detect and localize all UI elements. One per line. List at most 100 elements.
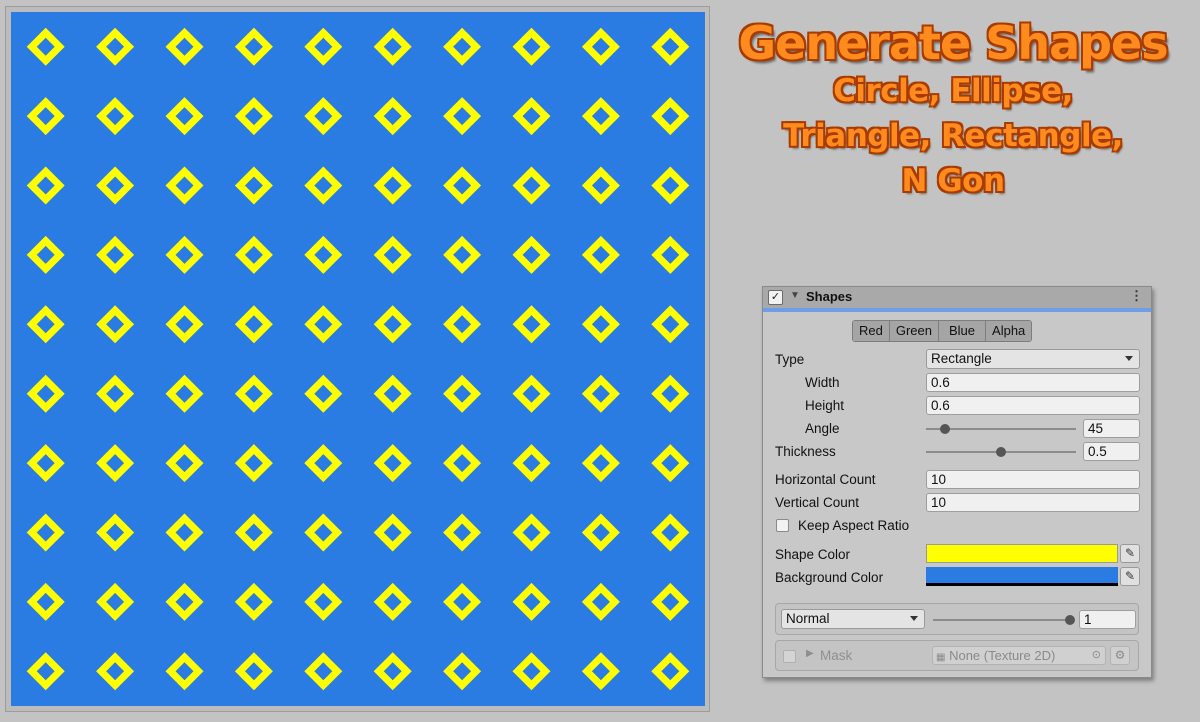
component-enabled-checkbox[interactable]: ✓ — [768, 290, 783, 305]
diamond-shape — [304, 166, 343, 205]
diamond-shape — [26, 652, 65, 691]
diamond-shape — [304, 235, 343, 274]
diamond-shape — [443, 444, 482, 483]
width-input[interactable]: 0.6 — [926, 373, 1140, 392]
channel-blue-button[interactable]: Blue — [939, 321, 987, 341]
horizontal-count-input[interactable]: 10 — [926, 470, 1140, 489]
thickness-slider-knob[interactable] — [996, 447, 1006, 457]
diamond-shape — [304, 305, 343, 344]
diamond-shape — [304, 582, 343, 621]
diamond-shape — [651, 97, 690, 136]
diamond-shape — [304, 444, 343, 483]
blend-slider-knob[interactable] — [1065, 615, 1075, 625]
diamond-shape — [443, 374, 482, 413]
diamond-shape — [304, 513, 343, 552]
diamond-shape — [96, 305, 135, 344]
title-line-4: N Gon — [901, 163, 1005, 199]
kebab-menu-icon[interactable]: ⋮ — [1130, 288, 1143, 304]
vertical-count-input[interactable]: 10 — [926, 493, 1140, 512]
triangle-down-icon[interactable]: ▼ — [790, 290, 800, 301]
diamond-shape — [26, 513, 65, 552]
vertical-count-label: Vertical Count — [775, 495, 860, 510]
eyedropper-icon[interactable]: ✎ — [1120, 567, 1140, 586]
diamond-shape — [26, 582, 65, 621]
diamond-shape — [581, 582, 620, 621]
diamond-shape — [234, 305, 273, 344]
diamond-shape — [165, 305, 204, 344]
diamond-shape — [96, 374, 135, 413]
shape-color-swatch[interactable] — [926, 544, 1118, 563]
angle-slider-knob[interactable] — [939, 424, 950, 434]
channel-green-button[interactable]: Green — [889, 321, 939, 341]
diamond-shape — [304, 27, 343, 66]
thickness-input[interactable]: 0.5 — [1083, 442, 1140, 461]
diamond-shape — [651, 27, 690, 66]
diamond-shape — [373, 444, 412, 483]
diamond-shape — [512, 513, 551, 552]
diamond-shape — [512, 235, 551, 274]
blend-mode-dropdown[interactable]: Normal — [781, 609, 925, 629]
diamond-shape — [26, 235, 65, 274]
diamond-shape — [96, 97, 135, 136]
blend-value-input[interactable]: 1 — [1079, 610, 1136, 629]
diamond-shape — [512, 27, 551, 66]
diamond-shape — [304, 652, 343, 691]
angle-input[interactable]: 45 — [1083, 419, 1140, 438]
promo-title: Generate Shapes Circle, Ellipse, Triangl… — [718, 20, 1188, 197]
diamond-shape — [165, 582, 204, 621]
diamond-shape — [512, 166, 551, 205]
diamond-shape — [581, 305, 620, 344]
diamond-shape — [165, 166, 204, 205]
diamond-shape — [234, 166, 273, 205]
diamond-shape — [96, 582, 135, 621]
diamond-shape — [443, 652, 482, 691]
diamond-shape — [26, 27, 65, 66]
channel-red-button[interactable]: Red — [853, 321, 890, 341]
channel-toggle-group: Red Green Blue Alpha — [852, 320, 1033, 342]
diamond-shape — [234, 513, 273, 552]
diamond-shape — [651, 166, 690, 205]
diamond-shape — [373, 374, 412, 413]
diamond-shape — [304, 97, 343, 136]
horizontal-count-label: Horizontal Count — [775, 472, 876, 487]
diamond-shape — [443, 305, 482, 344]
diamond-shape — [651, 513, 690, 552]
mask-enabled-checkbox[interactable] — [783, 650, 796, 663]
mask-texture-field[interactable]: ▦ None (Texture 2D) ⊙ — [932, 646, 1106, 665]
diamond-shape — [165, 235, 204, 274]
title-main: Generate Shapes — [718, 20, 1188, 66]
diamond-shape — [373, 582, 412, 621]
diamond-shape — [165, 652, 204, 691]
diamond-shape — [373, 166, 412, 205]
height-input[interactable]: 0.6 — [926, 396, 1140, 415]
diamond-shape — [373, 652, 412, 691]
object-picker-icon[interactable]: ⊙ — [1092, 647, 1101, 664]
triangle-right-icon[interactable]: ▶ — [806, 648, 814, 659]
mask-group: ▶ Mask ▦ None (Texture 2D) ⊙ ⚙ — [775, 640, 1139, 671]
diamond-shape — [26, 166, 65, 205]
diamond-shape — [26, 444, 65, 483]
eyedropper-icon[interactable]: ✎ — [1120, 544, 1140, 563]
channel-alpha-button[interactable]: Alpha — [986, 321, 1032, 341]
blend-slider-track[interactable] — [933, 619, 1070, 621]
diamond-shape — [443, 513, 482, 552]
diamond-shape — [165, 374, 204, 413]
background-color-swatch[interactable] — [926, 567, 1118, 586]
diamond-shape — [512, 444, 551, 483]
diamond-shape — [96, 235, 135, 274]
diamond-shape — [96, 444, 135, 483]
mask-settings-icon[interactable]: ⚙ — [1110, 646, 1130, 665]
diamond-shape — [651, 305, 690, 344]
shapes-inspector: ✓ ▼ Shapes ⋮ Red Green Blue Alpha Type R… — [762, 286, 1152, 678]
type-dropdown[interactable]: Rectangle — [926, 349, 1140, 369]
keep-aspect-ratio-checkbox[interactable] — [776, 519, 789, 532]
diamond-shape — [651, 235, 690, 274]
blend-mode-value: Normal — [786, 611, 830, 626]
diamond-shape — [581, 513, 620, 552]
diamond-shape — [581, 27, 620, 66]
texture-icon: ▦ — [936, 652, 946, 663]
keep-aspect-ratio-label: Keep Aspect Ratio — [798, 518, 910, 533]
mask-label: Mask — [820, 648, 853, 663]
diamond-shape — [165, 27, 204, 66]
diamond-shape — [651, 582, 690, 621]
